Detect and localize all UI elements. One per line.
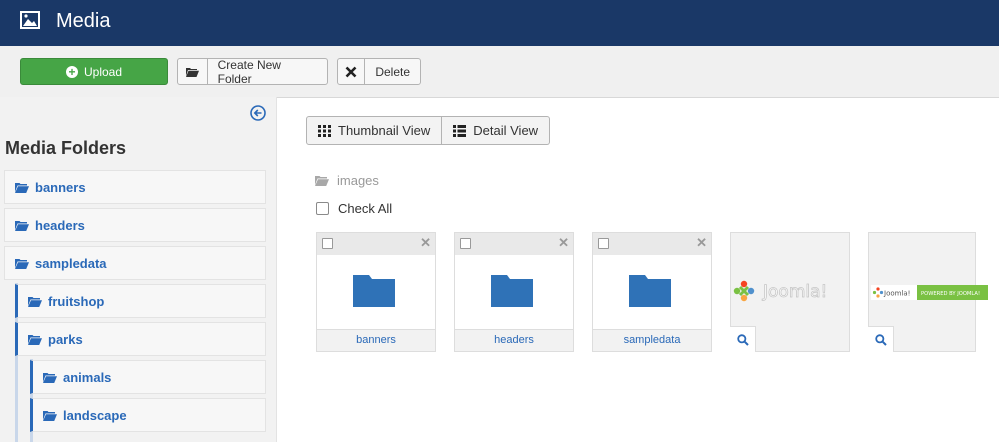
folder-open-icon [15,258,29,269]
sidebar-item-sampledata[interactable]: sampledata [4,246,266,280]
image-thumbnail-powered-by-joomla[interactable]: Joomla! POWERED BY JOOMLA! [868,232,988,352]
header-bar: Media [0,0,999,46]
delete-icon[interactable]: ✕ [558,236,569,250]
create-folder-label: Create New Folder [217,57,281,86]
thumbnail-header [593,233,711,255]
folder-icon [491,275,533,307]
folder-icon [353,275,395,307]
folder-open-icon [28,334,42,345]
folder-thumbnail-headers[interactable]: ✕ headers [454,232,574,352]
delete-icon[interactable]: ✕ [696,236,707,250]
sidebar-item-label: banners [35,179,86,195]
folder-icon [629,275,671,307]
joomla-wordmark: Joomla! [762,282,827,302]
delete-button[interactable]: Delete [337,58,421,85]
sidebar-item-parks[interactable]: parks [15,322,266,356]
sidebar: Media Folders banners headers sampledata… [0,97,277,442]
folder-open-icon [315,176,329,186]
sidebar-item-label: sampledata [35,255,107,271]
folder-open-icon [178,59,208,84]
check-all-label: Check All [338,201,393,216]
image-thumbnail-joomla-logo[interactable]: Joomla! [730,232,850,352]
thumbnail-header [455,233,573,255]
image-icon [20,11,40,29]
upload-button[interactable]: + Upload [20,58,168,85]
folder-thumbnail-sampledata[interactable]: ✕ sampledata [592,232,712,352]
close-icon [338,59,366,84]
zoom-button[interactable] [730,326,756,352]
folder-open-icon [15,182,29,193]
folder-open-icon [43,372,57,383]
page-title: Media [56,10,111,32]
breadcrumb: images [315,173,379,188]
thumbnail-view-button[interactable]: Thumbnail View [306,116,443,145]
check-all[interactable]: Check All [316,201,392,216]
thumbnail-label[interactable]: banners [317,329,435,351]
toolbar: + Upload Create New Folder Delete [0,46,999,98]
svg-text:Joomla!: Joomla! [883,290,911,298]
joomla-logo-image: Joomla! [733,280,828,302]
sidebar-item-label: landscape [63,407,127,423]
sidebar-item-banners[interactable]: banners [4,170,266,204]
plus-circle-icon: + [65,65,78,78]
folder-open-icon [15,220,29,231]
grid-icon [318,124,331,137]
delete-icon[interactable]: ✕ [420,236,431,250]
select-checkbox[interactable] [460,238,471,249]
detail-view-label: Detail View [473,123,539,138]
sidebar-item-label: animals [63,369,112,385]
thumbnail-view-label: Thumbnail View [338,123,431,138]
sidebar-item-label: headers [35,217,85,233]
delete-label: Delete [375,64,410,79]
check-all-checkbox[interactable] [316,202,329,215]
folder-open-icon [43,410,57,421]
zoom-button[interactable] [868,326,894,352]
view-toggle: Thumbnail View Detail View [306,116,551,145]
powered-by-joomla-image: Joomla! POWERED BY JOOMLA! [871,285,988,300]
detail-view-button[interactable]: Detail View [442,116,551,145]
main-content: Thumbnail View Detail View images Check … [277,97,999,442]
arrow-circle-left-icon[interactable] [250,105,266,121]
upload-label: Upload [83,64,123,79]
thumbnail-label[interactable]: sampledata [593,329,711,351]
folder-open-icon [28,296,42,307]
select-checkbox[interactable] [598,238,609,249]
list-icon [453,124,467,137]
search-icon [874,333,887,346]
folder-thumbnail-banners[interactable]: ✕ banners [316,232,436,352]
sidebar-item-landscape[interactable]: landscape [30,398,266,432]
thumbnail-label[interactable]: headers [455,329,573,351]
sidebar-item-label: parks [48,331,83,347]
sidebar-item-fruitshop[interactable]: fruitshop [15,284,266,318]
sidebar-item-headers[interactable]: headers [4,208,266,242]
select-checkbox[interactable] [322,238,333,249]
powered-by-text: POWERED BY JOOMLA! [921,291,980,297]
create-folder-button[interactable]: Create New Folder [177,57,328,86]
sidebar-item-label: fruitshop [48,293,105,309]
thumbnail-header [317,233,435,255]
sidebar-title: Media Folders [5,138,127,158]
breadcrumb-current[interactable]: images [337,173,379,188]
sidebar-item-animals[interactable]: animals [30,360,266,394]
search-icon [736,333,749,346]
